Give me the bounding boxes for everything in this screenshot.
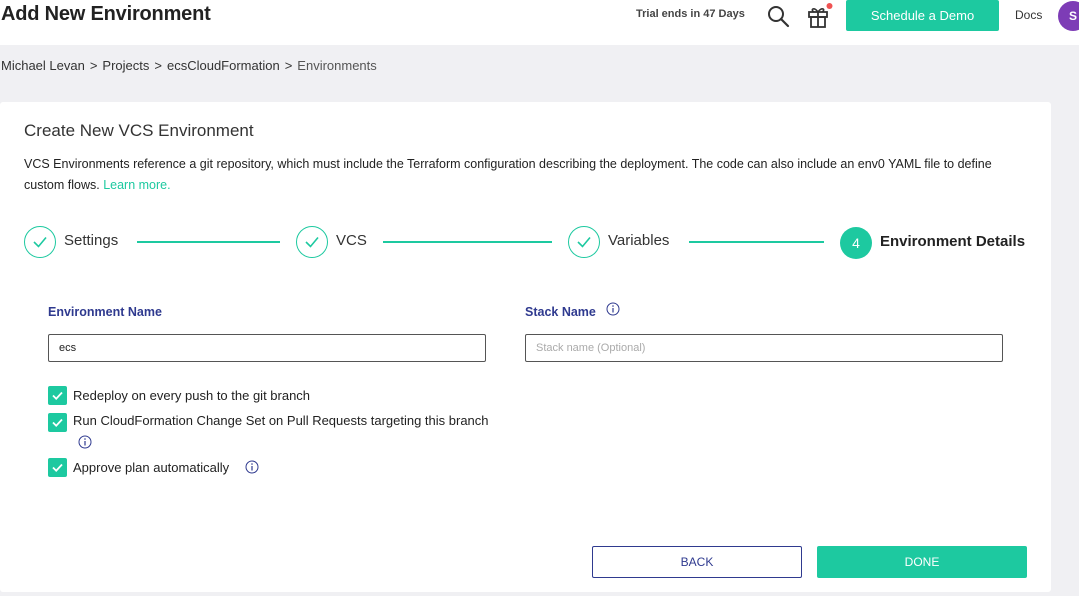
approve-plan-checkbox[interactable] bbox=[48, 458, 67, 477]
step-connector bbox=[137, 241, 280, 243]
check-icon bbox=[52, 391, 63, 400]
environment-name-input[interactable] bbox=[48, 334, 486, 362]
gift-icon[interactable] bbox=[806, 2, 834, 30]
top-bar: Add New Environment Trial ends in 47 Day… bbox=[0, 0, 1079, 45]
back-button[interactable]: BACK bbox=[592, 546, 802, 578]
trial-status: Trial ends in 47 Days bbox=[636, 8, 745, 20]
step-environment-details-number: 4 bbox=[840, 227, 872, 259]
breadcrumb-item-user[interactable]: Michael Levan bbox=[1, 58, 85, 73]
redeploy-checkbox[interactable] bbox=[48, 386, 67, 405]
info-icon[interactable] bbox=[245, 460, 259, 474]
approve-plan-checkbox-label[interactable]: Approve plan automatically bbox=[73, 460, 229, 475]
breadcrumb-separator: > bbox=[284, 58, 293, 73]
check-icon bbox=[33, 236, 47, 248]
breadcrumb-separator: > bbox=[154, 58, 162, 73]
stack-name-input[interactable] bbox=[525, 334, 1003, 362]
change-set-checkbox[interactable] bbox=[48, 413, 67, 432]
step-variables-check-icon[interactable] bbox=[568, 226, 600, 258]
info-icon[interactable] bbox=[78, 435, 92, 449]
done-button[interactable]: DONE bbox=[817, 546, 1027, 578]
schedule-demo-button[interactable]: Schedule a Demo bbox=[846, 0, 999, 31]
step-variables-label[interactable]: Variables bbox=[608, 232, 669, 249]
check-icon bbox=[305, 236, 319, 248]
stack-name-label: Stack Name bbox=[525, 305, 596, 319]
card-description: VCS Environments reference a git reposit… bbox=[24, 154, 1034, 196]
info-icon[interactable] bbox=[606, 302, 620, 316]
docs-link[interactable]: Docs bbox=[1015, 8, 1042, 22]
redeploy-checkbox-label[interactable]: Redeploy on every push to the git branch bbox=[73, 388, 310, 403]
breadcrumb-item-projects[interactable]: Projects bbox=[102, 58, 149, 73]
step-connector bbox=[689, 241, 824, 243]
card-title: Create New VCS Environment bbox=[24, 121, 254, 140]
breadcrumb-separator: > bbox=[89, 58, 98, 73]
check-icon bbox=[52, 463, 63, 472]
step-settings-check-icon[interactable] bbox=[24, 226, 56, 258]
breadcrumb: Michael Levan > Projects > ecsCloudForma… bbox=[1, 58, 377, 73]
step-vcs-label[interactable]: VCS bbox=[336, 232, 367, 249]
check-icon bbox=[52, 418, 63, 427]
learn-more-link[interactable]: Learn more. bbox=[103, 178, 170, 192]
step-environment-details-label: Environment Details bbox=[880, 233, 1026, 250]
step-connector bbox=[383, 241, 552, 243]
step-vcs-check-icon[interactable] bbox=[296, 226, 328, 258]
page-title: Add New Environment bbox=[1, 3, 211, 25]
check-icon bbox=[577, 236, 591, 248]
search-icon[interactable] bbox=[766, 4, 790, 28]
step-settings-label[interactable]: Settings bbox=[64, 232, 118, 249]
environment-name-label: Environment Name bbox=[48, 305, 162, 319]
change-set-checkbox-label[interactable]: Run CloudFormation Change Set on Pull Re… bbox=[73, 413, 489, 428]
description-line-2: custom flows. bbox=[24, 178, 100, 192]
breadcrumb-item-environments: Environments bbox=[297, 58, 377, 73]
avatar[interactable]: S bbox=[1058, 1, 1079, 31]
breadcrumb-item-project[interactable]: ecsCloudFormation bbox=[167, 58, 280, 73]
description-line-1: VCS Environments reference a git reposit… bbox=[24, 157, 992, 171]
